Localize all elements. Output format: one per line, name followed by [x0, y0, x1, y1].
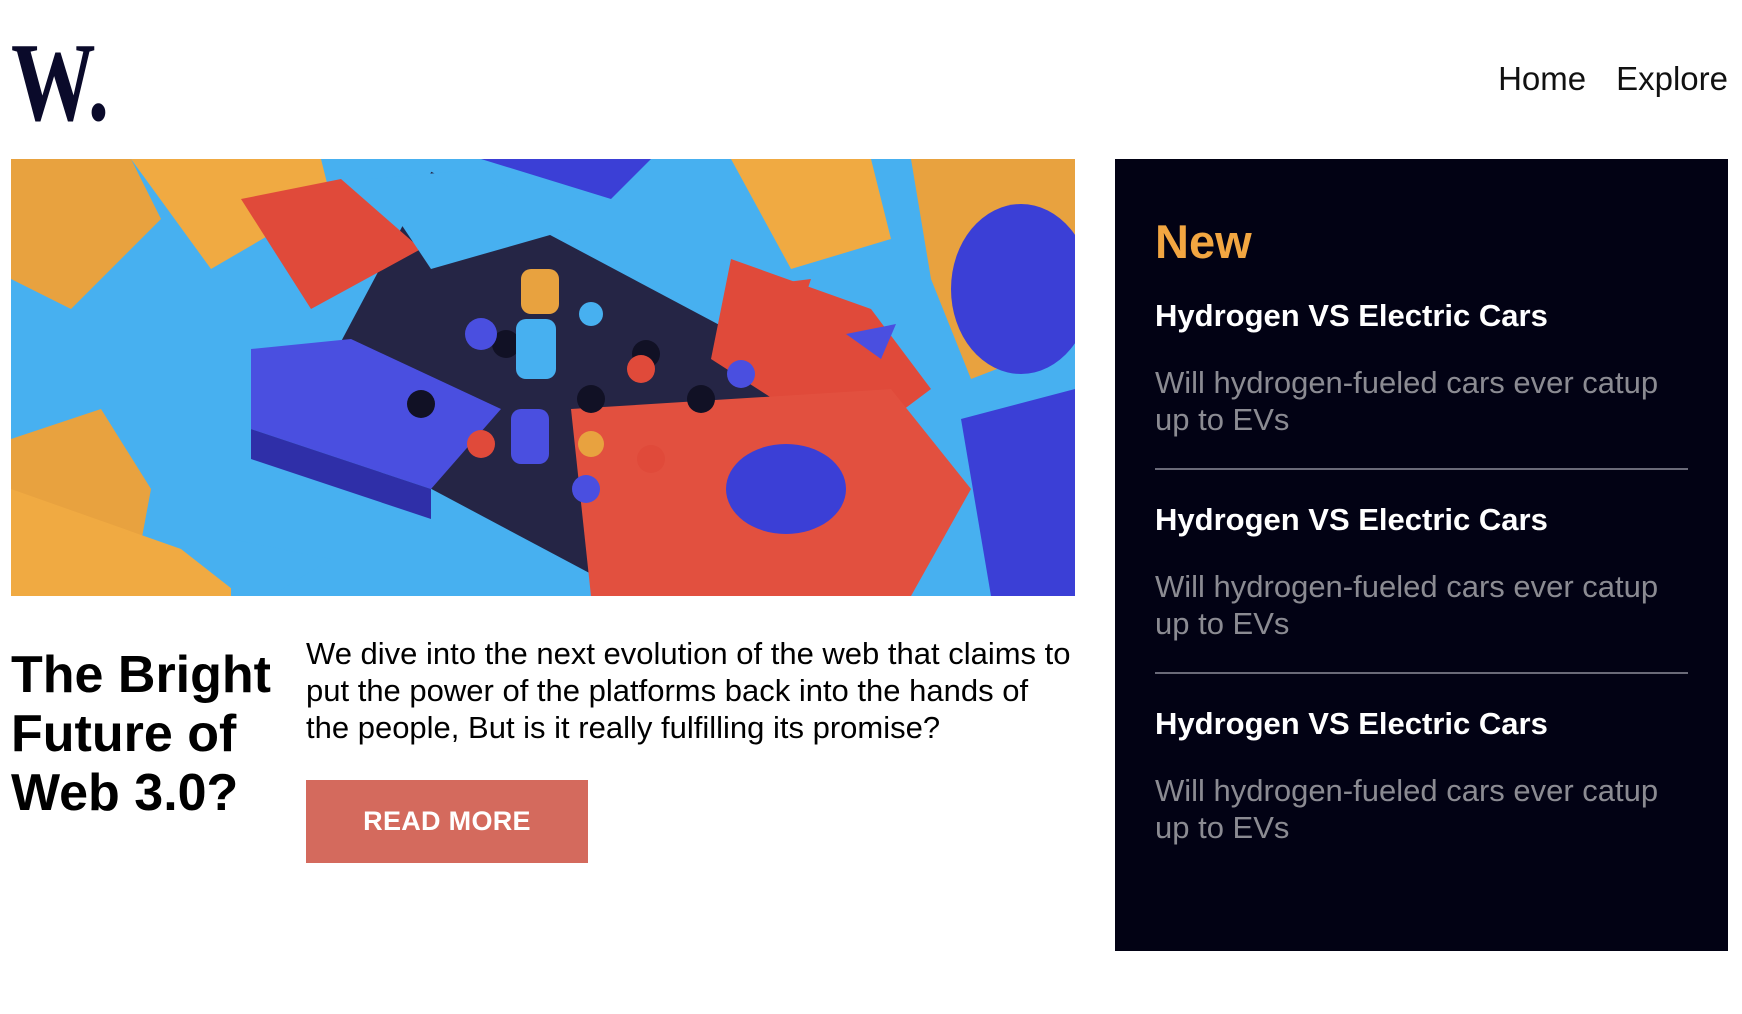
article-headline: The Bright Future of Web 3.0? [11, 646, 271, 822]
news-item-title[interactable]: Hydrogen VS Electric Cars [1155, 502, 1688, 538]
article-intro: We dive into the next evolution of the w… [306, 636, 1071, 745]
hero-image[interactable] [11, 159, 1075, 596]
news-item-title[interactable]: Hydrogen VS Electric Cars [1155, 298, 1688, 334]
read-more-button[interactable]: READ MORE [306, 780, 588, 863]
news-item[interactable]: Hydrogen VS Electric Cars Will hydrogen-… [1155, 674, 1688, 876]
site-header: W. Home Explore [0, 0, 1742, 150]
nav-home-link[interactable]: Home [1498, 58, 1586, 100]
new-articles-sidebar: New Hydrogen VS Electric Cars Will hydro… [1115, 159, 1728, 951]
news-item[interactable]: Hydrogen VS Electric Cars Will hydrogen-… [1155, 270, 1688, 470]
news-list: Hydrogen VS Electric Cars Will hydrogen-… [1155, 270, 1688, 876]
sidebar-title: New [1155, 215, 1252, 268]
news-item-description: Will hydrogen-fueled cars ever catup up … [1155, 773, 1659, 845]
news-item-title[interactable]: Hydrogen VS Electric Cars [1155, 706, 1688, 742]
news-item-description: Will hydrogen-fueled cars ever catup up … [1155, 365, 1659, 437]
abstract-blocks-illustration [11, 159, 1075, 596]
logo-letter: W. [11, 34, 109, 124]
news-item[interactable]: Hydrogen VS Electric Cars Will hydrogen-… [1155, 470, 1688, 674]
main-nav: Home Explore [1498, 58, 1728, 100]
news-item-description: Will hydrogen-fueled cars ever catup up … [1155, 569, 1659, 641]
nav-explore-link[interactable]: Explore [1616, 58, 1728, 100]
brand-logo[interactable]: W. [11, 34, 145, 124]
